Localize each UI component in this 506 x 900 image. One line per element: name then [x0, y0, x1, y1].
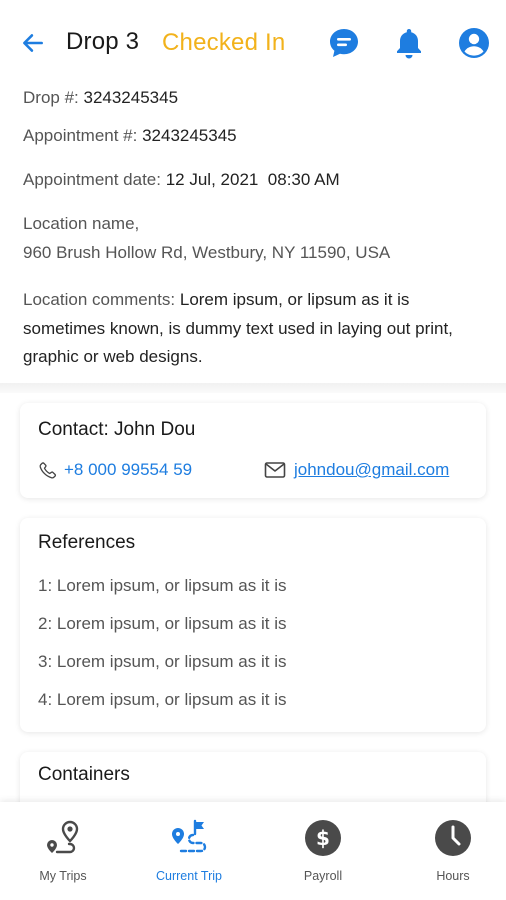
chat-button[interactable]: [327, 26, 361, 60]
drop-number-row: Drop #: 3243245345: [23, 88, 178, 108]
svg-text:$: $: [316, 826, 330, 850]
location-name-label: Location name,: [23, 214, 140, 233]
contact-phone-link[interactable]: +8 000 99554 59: [38, 460, 192, 480]
location-comments-label: Location comments:: [23, 290, 180, 309]
nav-payroll[interactable]: $ Payroll: [260, 802, 386, 900]
appointment-number-row: Appointment #: 3243245345: [23, 126, 237, 146]
contact-email: johndou@gmail.com: [294, 460, 450, 479]
app-header: Drop 3 Checked In: [0, 0, 506, 86]
reference-item: 3: Lorem ipsum, or lipsum as it is: [38, 652, 287, 671]
bottom-navigation: My Trips Current Trip $ Payroll Hours: [0, 802, 506, 900]
mail-icon: [264, 462, 286, 478]
phone-icon: [39, 462, 57, 479]
references-card: References 1: Lorem ipsum, or lipsum as …: [20, 518, 486, 732]
nav-label: Payroll: [303, 869, 343, 883]
nav-label: My Trips: [39, 869, 87, 883]
reference-item: 4: Lorem ipsum, or lipsum as it is: [38, 690, 287, 709]
back-button[interactable]: [18, 28, 48, 58]
contact-card: Contact: John Dou +8 000 99554 59 johndo…: [20, 403, 486, 498]
nav-label: Current Trip: [156, 869, 222, 883]
current-trip-icon: [172, 819, 207, 853]
appointment-date-value: 12 Jul, 2021 08:30 AM: [165, 170, 340, 189]
dollar-icon: $: [305, 820, 341, 856]
contact-phone: +8 000 99554 59: [64, 460, 193, 479]
appointment-number-label: Appointment #:: [23, 126, 143, 145]
clock-icon: [435, 820, 471, 856]
section-divider: [0, 383, 506, 393]
appointment-date-row: Appointment date: 12 Jul, 2021 08:30 AM: [23, 170, 340, 190]
drop-number-value: 3243245345: [83, 88, 179, 107]
location-comments: Location comments: Lorem ipsum, or lipsu…: [23, 286, 483, 372]
contact-title: Contact: John Dou: [38, 419, 196, 440]
appointment-number-value: 3243245345: [142, 126, 237, 145]
bell-icon: [397, 29, 421, 59]
page-title: Drop 3: [66, 28, 140, 55]
nav-label: Hours: [436, 869, 470, 883]
chat-icon: [330, 29, 358, 57]
contact-email-link[interactable]: johndou@gmail.com: [264, 460, 449, 480]
drop-number-label: Drop #:: [23, 88, 84, 107]
nav-my-trips[interactable]: My Trips: [0, 802, 126, 900]
status-label: Checked In: [162, 29, 286, 56]
containers-title: Containers: [38, 764, 130, 785]
reference-item: 1: Lorem ipsum, or lipsum as it is: [38, 576, 287, 595]
appointment-date-label: Appointment date:: [23, 170, 166, 189]
reference-item: 2: Lorem ipsum, or lipsum as it is: [38, 614, 287, 633]
notifications-button[interactable]: [392, 26, 426, 60]
account-circle-icon: [459, 28, 489, 58]
location-address: 960 Brush Hollow Rd, Westbury, NY 11590,…: [23, 243, 391, 262]
arrow-left-icon: [23, 34, 43, 52]
profile-button[interactable]: [457, 26, 491, 60]
references-title: References: [38, 532, 136, 553]
nav-current-trip[interactable]: Current Trip: [126, 802, 252, 900]
nav-hours[interactable]: Hours: [390, 802, 506, 900]
route-pin-icon: [47, 820, 79, 854]
